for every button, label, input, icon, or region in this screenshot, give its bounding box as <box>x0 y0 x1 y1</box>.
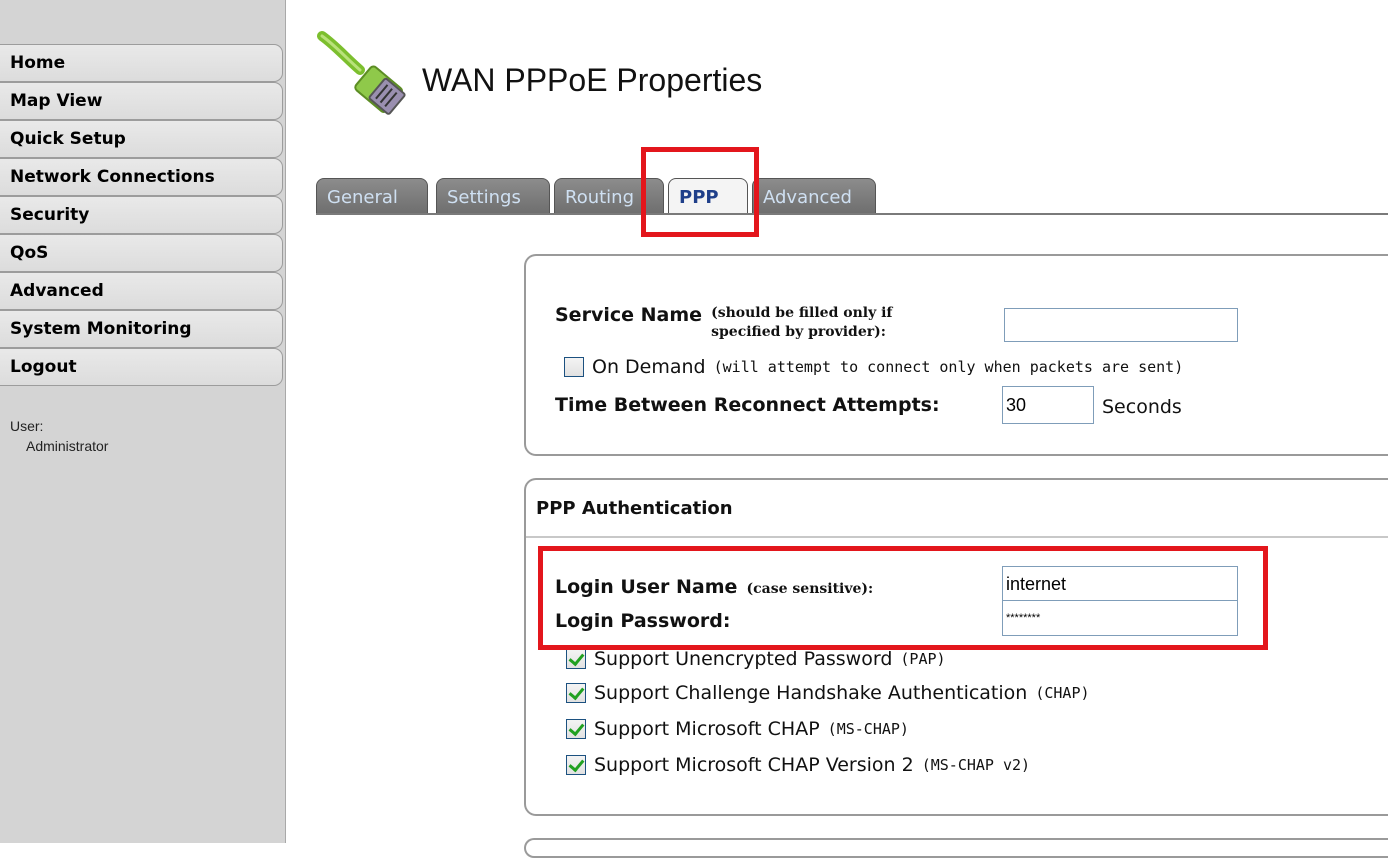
ms-chap-option-row: Support Microsoft CHAP (MS-CHAP) <box>566 718 909 740</box>
ms-chap-v2-label: Support Microsoft CHAP Version 2 <box>594 754 914 776</box>
on-demand-checkbox[interactable] <box>564 357 584 377</box>
login-password-label: Login Password: <box>555 610 731 632</box>
chap-label: Support Challenge Handshake Authenticati… <box>594 682 1028 704</box>
sidebar-item-security[interactable]: Security <box>0 196 283 234</box>
sidebar-item-system-monitoring[interactable]: System Monitoring <box>0 310 283 348</box>
next-section-panel <box>524 838 1388 858</box>
login-user-input[interactable] <box>1002 566 1238 602</box>
ms-chap-v2-option-row: Support Microsoft CHAP Version 2 (MS-CHA… <box>566 754 1030 776</box>
reconnect-label: Time Between Reconnect Attempts: <box>555 394 940 416</box>
pap-label: Support Unencrypted Password <box>594 648 893 670</box>
service-name-note: (should be filled only if specified by p… <box>711 305 893 340</box>
on-demand-label: On Demand <box>592 356 706 378</box>
ms-chap-checkbox[interactable] <box>566 719 586 739</box>
ms-chap-v2-note: (MS-CHAP v2) <box>921 756 1031 774</box>
sidebar-nav: Home Map View Quick Setup Network Connec… <box>0 44 283 386</box>
on-demand-note: (will attempt to connect only when packe… <box>713 358 1184 376</box>
pap-note: (PAP) <box>900 650 946 668</box>
chap-note: (CHAP) <box>1035 684 1090 702</box>
ms-chap-v2-checkbox[interactable] <box>566 755 586 775</box>
sidebar-item-qos[interactable]: QoS <box>0 234 283 272</box>
tab-settings[interactable]: Settings <box>436 178 550 214</box>
chap-option-row: Support Challenge Handshake Authenticati… <box>566 682 1090 704</box>
user-label: User: <box>10 418 44 434</box>
user-name: Administrator <box>26 438 109 454</box>
service-name-label: Service Name <box>555 304 703 326</box>
tab-advanced[interactable]: Advanced <box>752 178 876 214</box>
on-demand-row: On Demand (will attempt to connect only … <box>564 356 1183 378</box>
tab-ppp[interactable]: PPP <box>668 178 748 214</box>
page-title: WAN PPPoE Properties <box>422 62 763 98</box>
service-name-input[interactable] <box>1004 308 1238 342</box>
reconnect-unit: Seconds <box>1102 396 1182 418</box>
network-cable-icon <box>316 28 416 128</box>
login-user-note: (case sensitive): <box>746 581 874 597</box>
ms-chap-label: Support Microsoft CHAP <box>594 718 820 740</box>
sidebar-item-network-connections[interactable]: Network Connections <box>0 158 283 196</box>
tab-routing[interactable]: Routing <box>554 178 664 214</box>
login-user-label: Login User Name <box>555 576 738 598</box>
user-info: User: Administrator <box>10 416 108 456</box>
sidebar-item-map-view[interactable]: Map View <box>0 82 283 120</box>
login-password-input[interactable] <box>1002 600 1238 636</box>
tab-divider <box>316 213 1388 215</box>
reconnect-row: Time Between Reconnect Attempts: <box>555 394 940 416</box>
ppp-authentication-panel: PPP Authentication Login User Name (case… <box>524 478 1388 816</box>
pap-option-row: Support Unencrypted Password (PAP) <box>566 648 946 670</box>
chap-checkbox[interactable] <box>566 683 586 703</box>
tab-general[interactable]: General <box>316 178 428 214</box>
sidebar: Home Map View Quick Setup Network Connec… <box>0 0 286 843</box>
login-password-label-group: Login Password: <box>555 610 730 632</box>
service-name-label-group: Service Name (should be filled only if s… <box>555 304 951 342</box>
sidebar-item-advanced[interactable]: Advanced <box>0 272 283 310</box>
pap-checkbox[interactable] <box>566 649 586 669</box>
sidebar-item-logout[interactable]: Logout <box>0 348 283 386</box>
panel-title: PPP Authentication <box>526 480 1388 538</box>
service-settings-panel: Service Name (should be filled only if s… <box>524 254 1388 456</box>
login-user-label-group: Login User Name (case sensitive): <box>555 576 873 598</box>
reconnect-input[interactable] <box>1002 386 1094 424</box>
ms-chap-note: (MS-CHAP) <box>827 720 909 738</box>
sidebar-item-home[interactable]: Home <box>0 44 283 82</box>
sidebar-item-quick-setup[interactable]: Quick Setup <box>0 120 283 158</box>
